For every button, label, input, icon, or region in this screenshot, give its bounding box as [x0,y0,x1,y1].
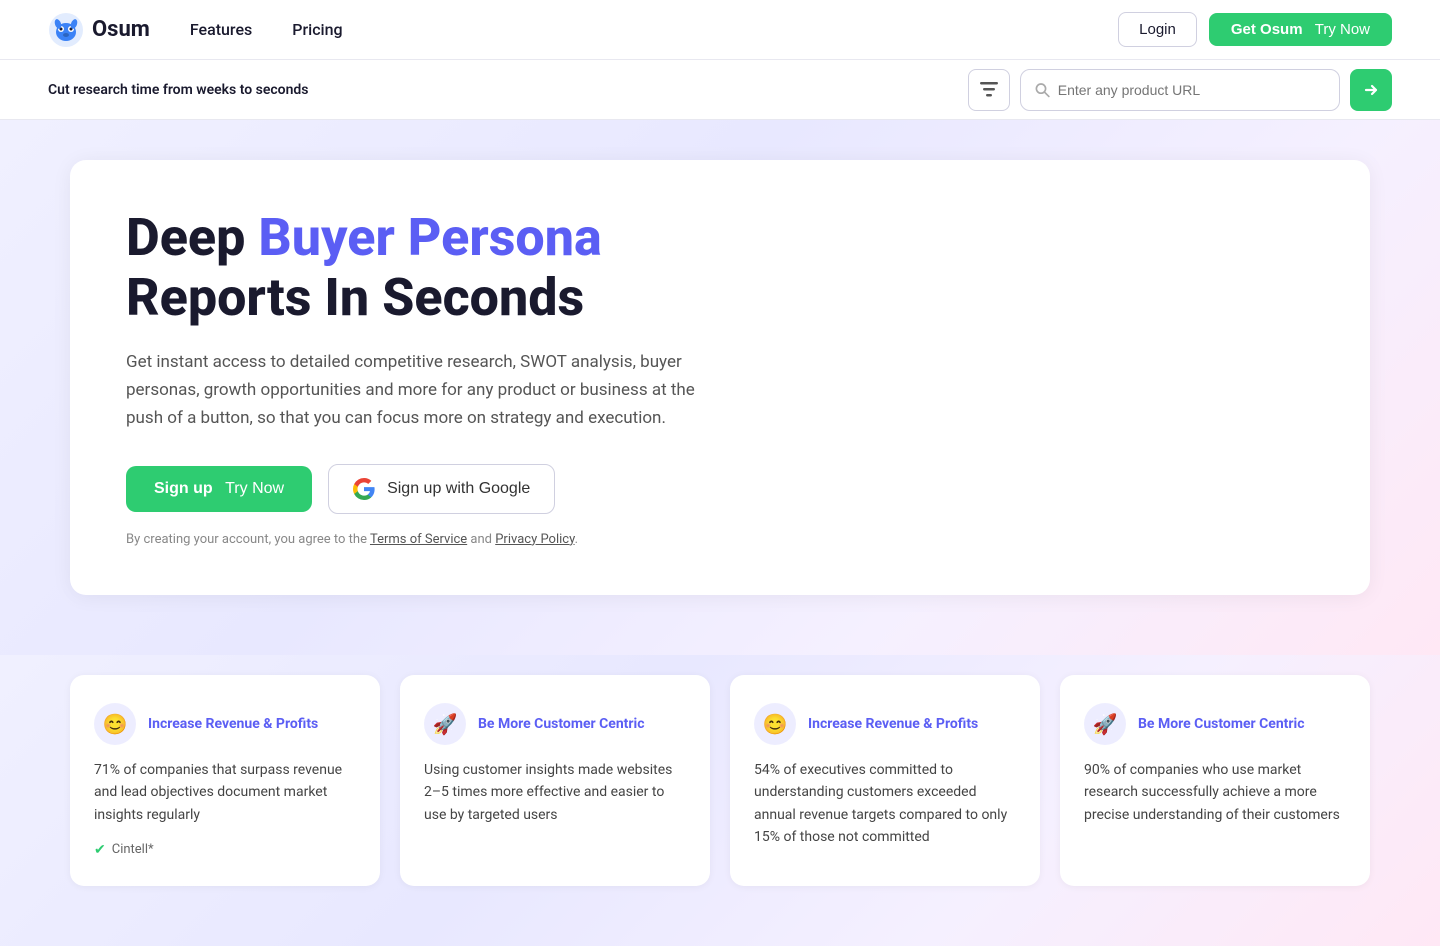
hero-section: Deep Buyer Persona Reports In Seconds Ge… [0,120,1440,655]
feature-icon-wrap: 😊 [754,703,796,745]
feature-icon: 🚀 [1093,712,1118,736]
features-section: 😊 Increase Revenue & Profits 71% of comp… [0,655,1440,946]
hero-legal: By creating your account, you agree to t… [126,532,1314,547]
logo[interactable]: Osum [48,12,150,48]
search-icon [1035,82,1050,98]
feature-title: Be More Customer Centric [1138,716,1305,732]
get-osum-button[interactable]: Get Osum Try Now [1209,13,1392,46]
search-go-button[interactable] [1350,69,1392,111]
search-input[interactable] [1058,82,1325,98]
navbar-left: Osum Features Pricing [48,12,343,48]
feature-card-top: 😊 Increase Revenue & Profits [94,703,356,745]
features-grid: 😊 Increase Revenue & Profits 71% of comp… [70,675,1370,886]
feature-title: Increase Revenue & Profits [148,716,318,732]
arrow-right-icon [1361,80,1381,100]
legal-and: and [467,532,495,547]
feature-icon-wrap: 🚀 [424,703,466,745]
legal-prefix: By creating your account, you agree to t… [126,532,370,547]
logo-text: Osum [92,17,150,42]
feature-card: 🚀 Be More Customer Centric Using custome… [400,675,710,886]
search-tagline: Cut research time from weeks to seconds [48,82,309,98]
feature-source-label: Cintell* [112,842,154,857]
feature-icon: 😊 [763,712,788,736]
feature-card-top: 🚀 Be More Customer Centric [1084,703,1346,745]
signup-light: Try Now [225,480,284,498]
logo-icon [48,12,84,48]
google-icon [353,478,375,500]
nav-features[interactable]: Features [190,20,252,39]
feature-icon: 🚀 [433,712,458,736]
feature-card: 😊 Increase Revenue & Profits 71% of comp… [70,675,380,886]
search-bar: Cut research time from weeks to seconds [0,60,1440,120]
feature-body: 54% of executives committed to understan… [754,759,1016,849]
signup-bold: Sign up [154,480,213,498]
navbar: Osum Features Pricing Login Get Osum Try… [0,0,1440,60]
legal-suffix: . [575,532,578,547]
search-right [968,69,1392,111]
feature-icon: 😊 [103,712,128,736]
signup-now-button[interactable]: Sign up Try Now [126,466,312,512]
check-icon: ✔ [94,842,106,858]
feature-icon-wrap: 😊 [94,703,136,745]
navbar-right: Login Get Osum Try Now [1118,12,1392,47]
hero-card: Deep Buyer Persona Reports In Seconds Ge… [70,160,1370,595]
feature-card: 😊 Increase Revenue & Profits 54% of exec… [730,675,1040,886]
feature-body: 90% of companies who use market research… [1084,759,1346,826]
feature-card-top: 🚀 Be More Customer Centric [424,703,686,745]
nav-pricing[interactable]: Pricing [292,20,342,39]
feature-body: Using customer insights made websites 2–… [424,759,686,826]
hero-title-highlight: Buyer Persona [258,207,601,268]
feature-title: Be More Customer Centric [478,716,645,732]
filter-icon [980,82,998,98]
feature-source: ✔ Cintell* [94,842,356,858]
feature-body: 71% of companies that surpass revenue an… [94,759,356,826]
search-input-wrap [1020,69,1340,111]
get-osum-label: Get Osum [1231,21,1303,38]
hero-subtitle: Get instant access to detailed competiti… [126,348,706,432]
hero-title-plain: Deep [126,207,258,268]
signup-google-button[interactable]: Sign up with Google [328,464,555,514]
google-btn-label: Sign up with Google [387,480,530,498]
hero-title: Deep Buyer Persona Reports In Seconds [126,208,1314,328]
filter-button[interactable] [968,69,1010,111]
hero-actions: Sign up Try Now Sign up with Google [126,464,1314,514]
feature-icon-wrap: 🚀 [1084,703,1126,745]
feature-card-top: 😊 Increase Revenue & Profits [754,703,1016,745]
terms-of-service-link[interactable]: Terms of Service [370,532,467,547]
login-button[interactable]: Login [1118,12,1197,47]
feature-title: Increase Revenue & Profits [808,716,978,732]
get-osum-try-label: Try Now [1315,21,1370,38]
hero-title-rest: Reports In Seconds [126,267,584,328]
feature-card: 🚀 Be More Customer Centric 90% of compan… [1060,675,1370,886]
privacy-policy-link[interactable]: Privacy Policy [495,532,574,547]
